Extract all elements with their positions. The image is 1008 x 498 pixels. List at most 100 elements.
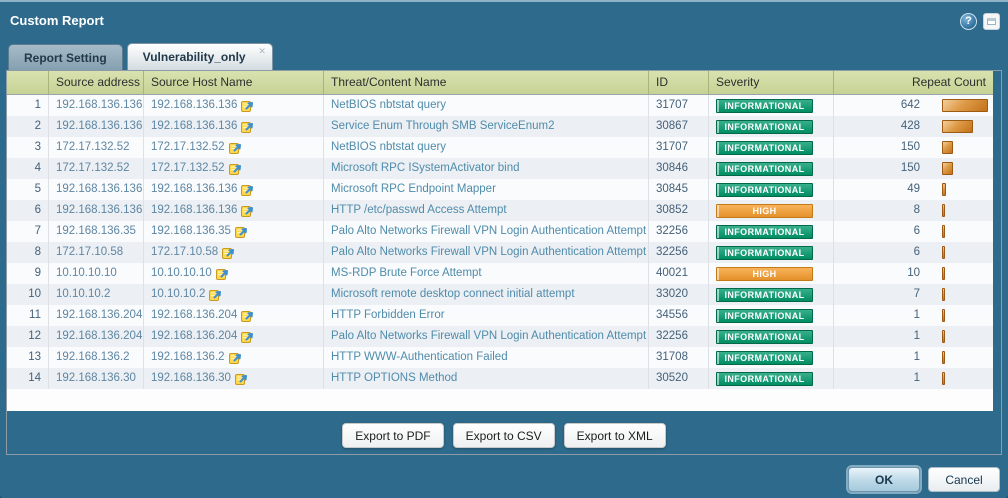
resolve-hostname-icon[interactable] (228, 162, 242, 175)
help-icon[interactable]: ? (960, 13, 977, 30)
resolve-hostname-icon[interactable] (241, 204, 254, 217)
table-header-row: Source address Source Host Name Threat/Con… (7, 71, 993, 95)
resolve-hostname-icon[interactable] (241, 330, 254, 343)
resolve-hostname-icon[interactable] (241, 99, 254, 112)
cell-threat-name[interactable]: MS-RDP Brute Force Attempt (324, 263, 649, 284)
cell-source-host[interactable]: 172.17.132.52 (144, 158, 324, 179)
column-header-severity[interactable]: Severity (709, 71, 834, 94)
cell-source-address[interactable]: 10.10.10.10 (49, 263, 144, 284)
cell-threat-name[interactable]: Palo Alto Networks Firewall VPN Login Au… (324, 242, 649, 263)
ok-button[interactable]: OK (848, 467, 920, 492)
cell-threat-name[interactable]: Microsoft remote desktop connect initial… (324, 284, 649, 305)
cell-source-address[interactable]: 192.168.136.136 (49, 116, 144, 137)
cell-severity: INFORMATIONAL (709, 347, 834, 368)
cell-severity: INFORMATIONAL (709, 368, 834, 389)
table-row: 6 192.168.136.136 192.168.136.136 HTTP /et… (7, 200, 993, 221)
repeat-count-value: 150 (900, 141, 920, 153)
cell-source-host[interactable]: 192.168.136.35 (144, 221, 324, 242)
cell-source-host[interactable]: 192.168.136.136 (144, 95, 324, 116)
cell-threat-name[interactable]: NetBIOS nbtstat query (324, 137, 649, 158)
column-header-id[interactable]: ID (649, 71, 709, 94)
title-bar: Custom Report ? (0, 2, 1008, 42)
dialog-title: Custom Report (10, 13, 104, 28)
cell-source-host[interactable]: 172.17.132.52 (144, 137, 324, 158)
tab-vulnerability-only[interactable]: Vulnerability_only ✕ (126, 43, 273, 70)
cell-source-address[interactable]: 192.168.136.30 (49, 368, 144, 389)
export-csv-button[interactable]: Export to CSV (452, 423, 555, 448)
cell-row-number: 12 (7, 326, 49, 347)
cell-threat-name[interactable]: HTTP WWW-Authentication Failed (324, 347, 649, 368)
cell-source-host[interactable]: 192.168.136.136 (144, 200, 324, 221)
cell-source-host[interactable]: 192.168.136.136 (144, 116, 324, 137)
export-xml-button[interactable]: Export to XML (563, 423, 666, 448)
resolve-hostname-icon[interactable] (241, 309, 254, 322)
severity-badge: INFORMATIONAL (716, 140, 813, 155)
repeat-count-bar (942, 162, 953, 175)
resolve-hostname-icon[interactable] (228, 141, 242, 154)
cell-threat-name[interactable]: Palo Alto Networks Firewall VPN Login Au… (324, 221, 649, 242)
table-row: 11 192.168.136.204 192.168.136.204 HTTP Fo… (7, 305, 993, 326)
repeat-count-bar (942, 99, 988, 112)
cell-source-host[interactable]: 172.17.10.58 (144, 242, 324, 263)
cell-source-address[interactable]: 192.168.136.136 (49, 95, 144, 116)
resolve-hostname-icon[interactable] (234, 372, 248, 385)
cell-source-address[interactable]: 192.168.136.2 (49, 347, 144, 368)
severity-badge: INFORMATIONAL (716, 245, 813, 260)
tab-close-icon[interactable]: ✕ (257, 46, 268, 57)
table-row: 7 192.168.136.35 192.168.136.35 Palo Alto … (7, 221, 993, 242)
cell-row-number: 11 (7, 305, 49, 326)
cell-threat-name[interactable]: Microsoft RPC ISystemActivator bind (324, 158, 649, 179)
cell-threat-name[interactable]: Palo Alto Networks Firewall VPN Login Au… (324, 326, 649, 347)
cell-source-host[interactable]: 192.168.136.204 (144, 326, 324, 347)
tab-report-setting[interactable]: Report Setting (8, 44, 123, 70)
resolve-hostname-icon[interactable] (234, 225, 248, 238)
export-pdf-button[interactable]: Export to PDF (342, 423, 444, 448)
cancel-button[interactable]: Cancel (928, 467, 1000, 492)
cell-source-address[interactable]: 192.168.136.204 (49, 326, 144, 347)
resolve-hostname-icon[interactable] (209, 288, 222, 301)
restore-window-icon[interactable] (983, 13, 1000, 30)
cell-severity: INFORMATIONAL (709, 221, 834, 242)
cell-source-host[interactable]: 192.168.136.30 (144, 368, 324, 389)
cell-threat-name[interactable]: Service Enum Through SMB ServiceEnum2 (324, 116, 649, 137)
cell-source-address[interactable]: 10.10.10.2 (49, 284, 144, 305)
cell-repeat-count: 428 (834, 116, 993, 137)
cell-threat-id: 34556 (649, 305, 709, 326)
repeat-count-value: 1 (913, 330, 920, 342)
cell-repeat-count: 49 (834, 179, 993, 200)
cell-source-address[interactable]: 192.168.136.35 (49, 221, 144, 242)
column-header-repeat-count[interactable]: Repeat Count (834, 71, 993, 94)
cell-source-address[interactable]: 192.168.136.136 (49, 200, 144, 221)
cell-severity: INFORMATIONAL (709, 242, 834, 263)
cell-threat-name[interactable]: NetBIOS nbtstat query (324, 95, 649, 116)
cell-source-address[interactable]: 192.168.136.204 (49, 305, 144, 326)
cell-threat-name[interactable]: HTTP /etc/passwd Access Attempt (324, 200, 649, 221)
column-header-source-address[interactable]: Source address (49, 71, 144, 94)
cell-source-host[interactable]: 10.10.10.10 (144, 263, 324, 284)
repeat-count-value: 6 (913, 225, 920, 237)
cell-threat-name[interactable]: Microsoft RPC Endpoint Mapper (324, 179, 649, 200)
cell-source-address[interactable]: 172.17.132.52 (49, 158, 144, 179)
resolve-hostname-icon[interactable] (241, 183, 254, 196)
cell-threat-name[interactable]: HTTP OPTIONS Method (324, 368, 649, 389)
resolve-hostname-icon[interactable] (228, 351, 242, 364)
cell-row-number: 14 (7, 368, 49, 389)
cell-source-host[interactable]: 10.10.10.2 (144, 284, 324, 305)
column-header-source-host-name[interactable]: Source Host Name (144, 71, 324, 94)
cell-source-address[interactable]: 172.17.10.58 (49, 242, 144, 263)
column-header-row-number[interactable] (7, 71, 49, 94)
cell-source-host[interactable]: 192.168.136.204 (144, 305, 324, 326)
cell-source-address[interactable]: 192.168.136.136 (49, 179, 144, 200)
resolve-hostname-icon[interactable] (241, 120, 254, 133)
cell-threat-name[interactable]: HTTP Forbidden Error (324, 305, 649, 326)
severity-badge: INFORMATIONAL (716, 224, 813, 239)
cell-source-address[interactable]: 172.17.132.52 (49, 137, 144, 158)
cell-source-host[interactable]: 192.168.136.136 (144, 179, 324, 200)
cell-source-host[interactable]: 192.168.136.2 (144, 347, 324, 368)
resolve-hostname-icon[interactable] (222, 246, 235, 259)
title-bar-icons: ? (960, 13, 1000, 30)
repeat-count-bar (942, 204, 945, 217)
custom-report-dialog: Custom Report ? Report Setting Vulnerabi… (0, 0, 1008, 498)
column-header-threat-content-name[interactable]: Threat/Content Name (324, 71, 649, 94)
resolve-hostname-icon[interactable] (215, 267, 229, 280)
